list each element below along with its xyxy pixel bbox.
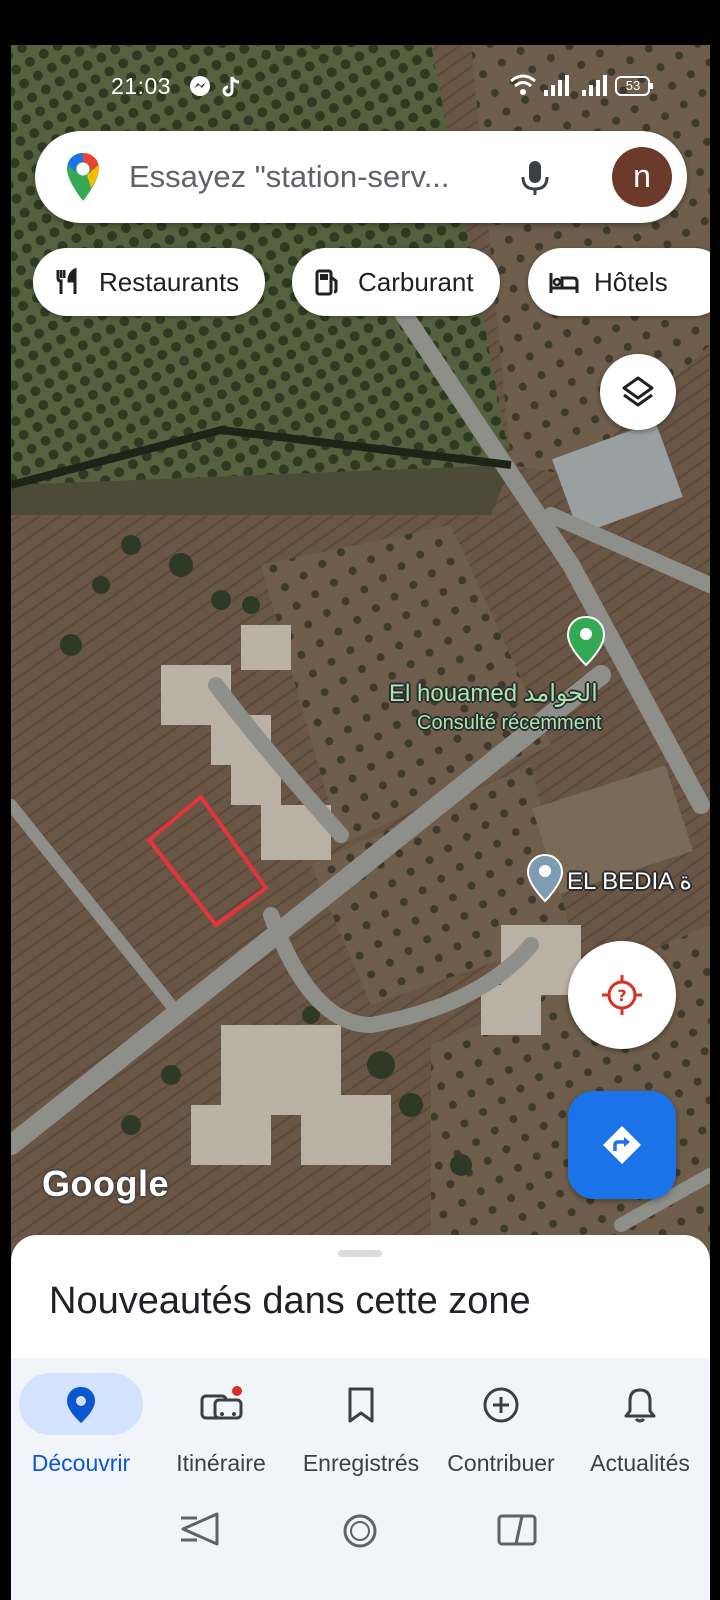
tiktok-icon <box>221 75 243 104</box>
poi-pin-bedia[interactable] <box>526 853 564 908</box>
messenger-icon <box>189 75 211 102</box>
layers-icon <box>620 374 656 415</box>
nav-item-itineraire[interactable]: Itinéraire <box>151 1358 291 1488</box>
nav-item-actualites[interactable]: Actualités <box>570 1358 710 1488</box>
fuel-pump-icon <box>312 267 342 297</box>
bottom-sheet[interactable]: Nouveautés dans cette zone <box>11 1235 710 1365</box>
commute-icon <box>198 1386 244 1429</box>
chip-label: Carburant <box>358 266 474 297</box>
directions-button[interactable] <box>568 1091 676 1199</box>
fork-knife-icon <box>53 267 83 297</box>
home-icon[interactable] <box>342 1513 378 1554</box>
poi-pin-houamed[interactable] <box>566 615 606 672</box>
bottom-navigation: Découvrir Itinéraire Enregistrés Contrib… <box>11 1358 710 1488</box>
svg-text:?: ? <box>617 986 626 1005</box>
microphone-icon[interactable] <box>509 151 561 203</box>
poi-label-bedia[interactable]: EL BEDIA ة <box>567 867 692 896</box>
status-time: 21:03 <box>111 73 172 99</box>
nav-label: Découvrir <box>31 1450 131 1476</box>
layers-button[interactable] <box>600 354 676 430</box>
wifi-icon <box>509 73 537 102</box>
chip-carburant[interactable]: Carburant <box>292 248 500 316</box>
nav-item-decouvrir[interactable]: Découvrir <box>11 1358 151 1488</box>
screen: 21:03 53 Essayez "station-serv... n Rest… <box>11 45 710 1600</box>
nav-label: Itinéraire <box>176 1450 266 1476</box>
google-watermark: Google <box>42 1163 169 1204</box>
nav-label: Actualités <box>590 1450 690 1476</box>
chip-label: Hôtels <box>594 266 668 297</box>
notification-badge <box>232 1386 242 1396</box>
bed-icon <box>548 267 579 297</box>
chip-hotels[interactable]: Hôtels <box>528 248 710 316</box>
chip-label: Restaurants <box>99 266 240 297</box>
poi-sublabel-houamed: Consulté récemment <box>417 712 602 734</box>
nav-label: Contribuer <box>447 1450 555 1476</box>
my-location-button[interactable]: ? <box>568 941 676 1049</box>
chip-restaurants[interactable]: Restaurants <box>33 248 266 316</box>
battery-level: 53 <box>625 78 641 93</box>
add-circle-icon <box>482 1386 520 1429</box>
nav-item-contribuer[interactable]: Contribuer <box>431 1358 571 1488</box>
location-unknown-icon: ? <box>600 973 644 1022</box>
nav-label: Enregistrés <box>302 1450 420 1476</box>
directions-icon <box>600 1123 644 1172</box>
status-bar: 21:03 53 <box>11 45 710 133</box>
location-pin-icon <box>66 1386 96 1429</box>
search-input[interactable] <box>129 155 509 199</box>
battery-icon: 53 <box>615 75 655 102</box>
google-maps-logo-icon <box>65 151 101 208</box>
signal-icon <box>543 75 569 102</box>
recents-icon[interactable] <box>496 1513 538 1552</box>
poi-label-houamed[interactable]: El houamed الحوامد <box>389 679 598 708</box>
signal-icon <box>581 75 607 102</box>
back-icon[interactable] <box>177 1510 221 1553</box>
avatar[interactable]: n <box>612 147 672 207</box>
bell-icon <box>623 1386 657 1429</box>
sheet-title: Nouveautés dans cette zone <box>49 1280 531 1322</box>
bookmark-icon <box>346 1386 376 1429</box>
nav-item-enregistres[interactable]: Enregistrés <box>291 1358 431 1488</box>
system-navigation-bar <box>11 1488 710 1600</box>
search-bar[interactable]: n <box>35 131 687 223</box>
sheet-drag-handle[interactable] <box>338 1250 382 1257</box>
